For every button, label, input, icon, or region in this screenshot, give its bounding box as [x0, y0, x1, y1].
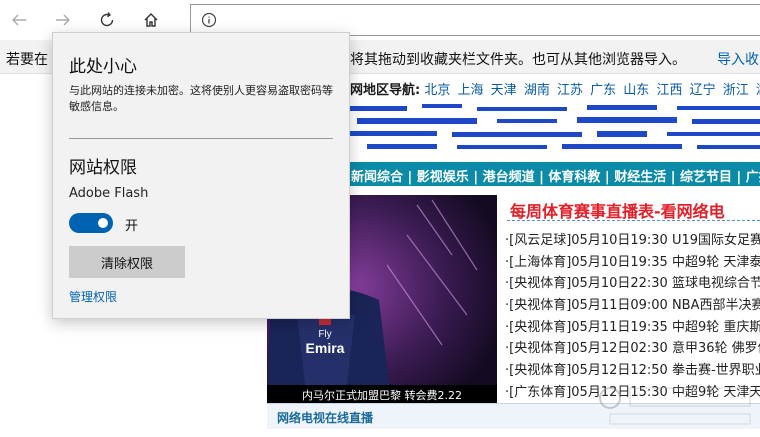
live-tv-label[interactable]: 网络电视在线直播: [277, 409, 373, 426]
region-link[interactable]: 山东: [623, 83, 649, 98]
permissions-heading: 网站权限: [69, 158, 137, 178]
back-button[interactable]: [4, 6, 34, 34]
refresh-icon: [100, 12, 114, 27]
schedule-list: ·[风云足球]05月10日19:30 U19国际女足赛事 ·[上海体育]05月1…: [505, 230, 760, 404]
favorites-bar-message-start: 若要在: [6, 52, 48, 68]
flyout-description: 与此网站的连接未加密。这将使别人更容易盗取密码等敏感信息。: [69, 84, 333, 113]
photo-caption[interactable]: 内马尔正式加盟巴黎 转会费2.22: [267, 385, 497, 403]
flyout-title: 此处小心: [69, 57, 137, 77]
schedule-item[interactable]: ·[上海体育]05月10日19:35 中超9轮 天津泰达: [505, 252, 760, 274]
schedule-divider: [507, 220, 760, 221]
back-arrow-icon: [12, 14, 26, 26]
region-link[interactable]: 辽宁: [690, 83, 716, 98]
schedule-item[interactable]: ·[央视体育]05月12日12:50 拳击赛-世界职业拳: [505, 360, 760, 382]
svg-text:Emira: Emira: [306, 340, 345, 356]
home-icon: [144, 13, 158, 27]
schedule-item[interactable]: ·[风云足球]05月10日19:30 U19国际女足赛事: [505, 230, 760, 252]
favorites-bar-message-end: 将其拖动到收藏夹栏文件夹。也可从其他浏览器导入。: [350, 52, 686, 68]
region-link[interactable]: 上海: [458, 83, 484, 98]
flyout-divider: [69, 138, 333, 139]
home-button[interactable]: [136, 6, 166, 34]
schedule-item[interactable]: ·[央视体育]05月11日19:35 中超9轮 重庆斯威: [505, 317, 760, 339]
region-link[interactable]: 江苏: [557, 83, 583, 98]
flash-toggle[interactable]: [69, 213, 113, 233]
schedule-item[interactable]: ·[央视体育]05月10日22:30 篮球电视综合节目: [505, 273, 760, 295]
watermark-logo: [599, 387, 751, 425]
clear-permissions-button[interactable]: 清除权限: [69, 246, 185, 278]
forward-arrow-icon: [56, 14, 70, 26]
site-info-flyout: 此处小心 与此网站的连接未加密。这将使别人更容易盗取密码等敏感信息。 网站权限 …: [52, 32, 350, 319]
region-link[interactable]: 北京: [424, 83, 450, 98]
region-nav-label: 网地区导航:: [350, 83, 421, 98]
flash-permission-label: Adobe Flash: [69, 186, 149, 201]
category-nav[interactable]: 新闻综合 | 影视娱乐 | 港台频道 | 体育科教 | 财经生活 | 综艺节目 …: [347, 162, 760, 186]
info-icon[interactable]: [201, 12, 217, 28]
region-link[interactable]: 天津: [491, 83, 517, 98]
region-link[interactable]: 广东: [590, 83, 616, 98]
region-link[interactable]: 浙江: [723, 83, 749, 98]
svg-text:Fly: Fly: [318, 329, 331, 340]
refresh-button[interactable]: [92, 6, 122, 34]
forward-button[interactable]: [48, 6, 78, 34]
region-link[interactable]: 江西: [656, 83, 682, 98]
schedule-item[interactable]: ·[央视体育]05月12日02:30 意甲36轮 佛罗伦萨: [505, 338, 760, 360]
schedule-title[interactable]: 每周体育赛事直播表-看网络电: [510, 198, 760, 222]
site-banner[interactable]: [347, 104, 760, 154]
toggle-knob: [98, 218, 108, 228]
import-favorites-link[interactable]: 导入收: [717, 49, 759, 69]
region-link[interactable]: 湖北: [756, 83, 760, 98]
manage-permissions-link[interactable]: 管理权限: [69, 288, 117, 305]
schedule-item[interactable]: ·[央视体育]05月11日09:00 NBA西部半决赛6: [505, 295, 760, 317]
region-link[interactable]: 湖南: [524, 83, 550, 98]
flash-toggle-state: 开: [125, 219, 139, 234]
